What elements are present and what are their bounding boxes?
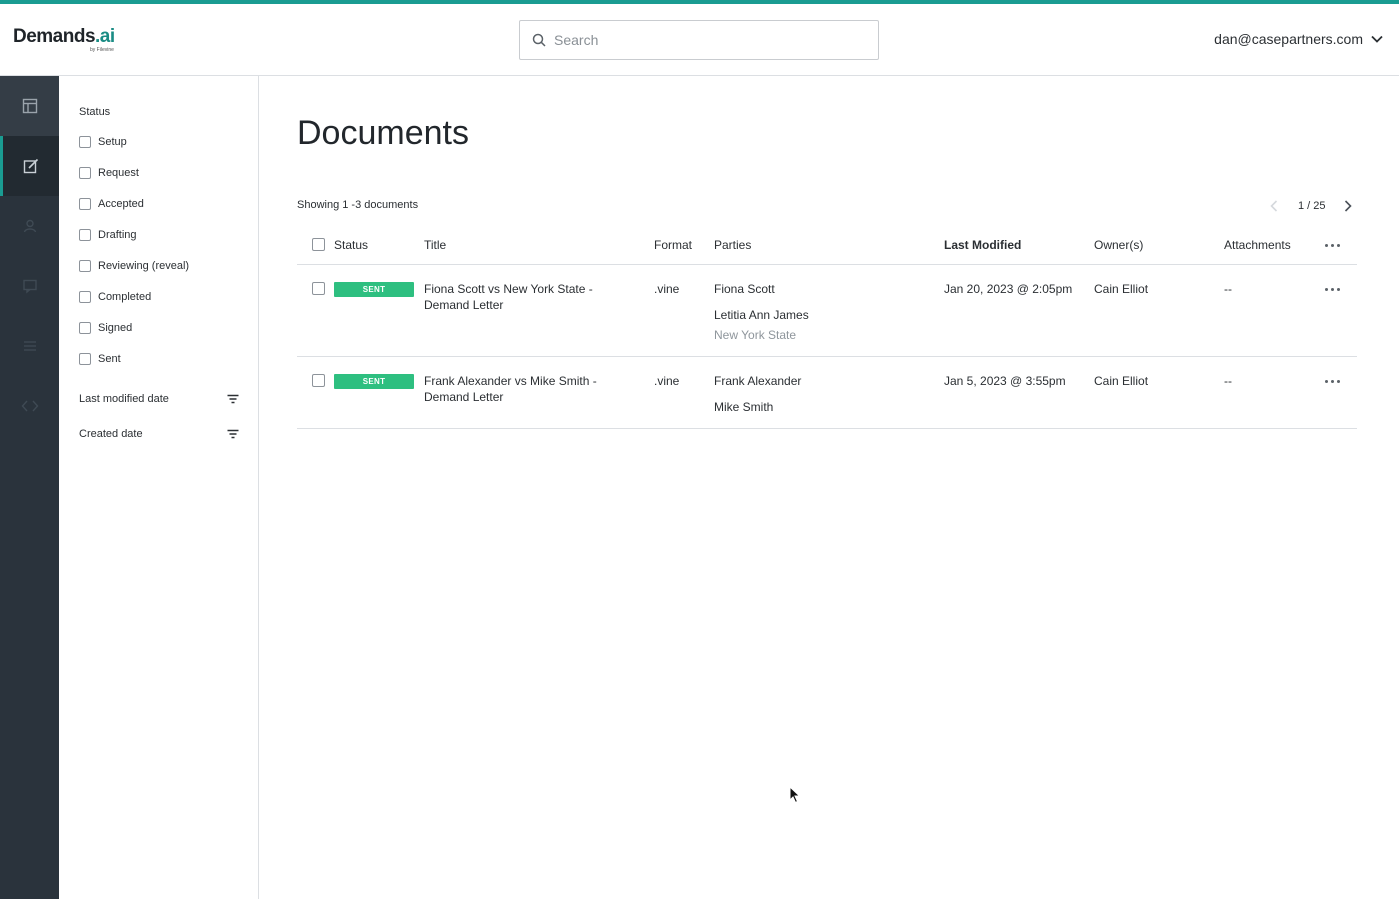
header-parties[interactable]: Parties <box>714 238 751 252</box>
list-icon <box>23 341 36 351</box>
app-header: Demands.ai by Filevine dan@casepartners.… <box>0 4 1399 76</box>
checkbox[interactable] <box>79 229 91 241</box>
document-format: .vine <box>654 374 680 388</box>
last-modified-filter[interactable]: Last modified date <box>79 393 239 405</box>
document-title[interactable]: Fiona Scott vs New York State - Demand Le… <box>424 281 593 313</box>
created-date-filter-label: Created date <box>79 428 143 440</box>
search-box[interactable] <box>519 20 879 60</box>
checkbox[interactable] <box>79 136 91 148</box>
document-parties: Fiona Scott Letitia Ann James New York S… <box>714 281 809 353</box>
status-badge: SENT <box>334 280 414 297</box>
row-checkbox[interactable] <box>312 282 332 299</box>
checkbox[interactable] <box>79 291 91 303</box>
chat-icon <box>22 279 37 294</box>
filter-sent[interactable]: Sent <box>79 353 121 365</box>
party-name: Letitia Ann James <box>714 308 809 322</box>
last-modified-value: Jan 20, 2023 @ 2:05pm <box>944 282 1073 296</box>
mouse-cursor-icon <box>789 786 801 804</box>
code-icon <box>21 400 38 412</box>
header-attachments[interactable]: Attachments <box>1224 238 1291 252</box>
filter-setup[interactable]: Setup <box>79 136 127 148</box>
chevron-left-icon <box>1270 200 1278 212</box>
document-parties: Frank Alexander Mike Smith <box>714 373 801 425</box>
party-name: Fiona Scott <box>714 282 775 296</box>
attachments-value: -- <box>1224 374 1232 388</box>
header-title[interactable]: Title <box>424 238 446 252</box>
prev-page-button[interactable] <box>1264 196 1284 216</box>
results-count: Showing 1 -3 documents <box>297 199 419 211</box>
logo-subtitle: by Filevine <box>90 47 114 53</box>
user-menu[interactable]: dan@casepartners.com <box>1214 31 1383 47</box>
search-icon <box>532 33 546 47</box>
row-more-icon[interactable] <box>1325 380 1340 383</box>
nav-documents[interactable] <box>0 136 59 196</box>
created-date-filter[interactable]: Created date <box>79 428 239 440</box>
last-modified-filter-label: Last modified date <box>79 393 169 405</box>
documents-table: Status Title Format Parties Last Modifie… <box>297 225 1357 429</box>
status-badge: SENT <box>334 372 414 389</box>
logo-text: Demands <box>13 26 96 47</box>
column-options-icon[interactable] <box>1325 244 1340 247</box>
filter-signed[interactable]: Signed <box>79 322 132 334</box>
filter-icon[interactable] <box>227 429 239 439</box>
owner-value: Cain Elliot <box>1094 374 1149 388</box>
table-row[interactable]: SENT Fiona Scott vs New York State - Dema… <box>297 265 1357 357</box>
page-indicator: 1 / 25 <box>1298 200 1326 212</box>
filter-request[interactable]: Request <box>79 167 139 179</box>
party-name: New York State <box>714 328 797 342</box>
header-format[interactable]: Format <box>654 238 692 252</box>
user-email: dan@casepartners.com <box>1214 31 1363 47</box>
filter-icon[interactable] <box>227 394 239 404</box>
header-last-modified[interactable]: Last Modified <box>944 238 1021 252</box>
search-input[interactable] <box>554 32 854 48</box>
checkbox[interactable] <box>79 167 91 179</box>
chevron-down-icon <box>1371 35 1383 43</box>
filter-drafting[interactable]: Drafting <box>79 229 137 241</box>
header-status[interactable]: Status <box>334 238 368 252</box>
filter-reviewing[interactable]: Reviewing (reveal) <box>79 260 189 272</box>
filter-panel: Status Setup Request Accepted Drafting R… <box>59 76 259 899</box>
page-title: Documents <box>297 114 469 152</box>
filter-completed[interactable]: Completed <box>79 291 151 303</box>
table-row[interactable]: SENT Frank Alexander vs Mike Smith - Dema… <box>297 357 1357 429</box>
next-page-button[interactable] <box>1338 196 1358 216</box>
main-content: Documents Showing 1 -3 documents 1 / 25 … <box>259 76 1399 899</box>
row-checkbox[interactable] <box>312 374 332 391</box>
nav-contacts[interactable] <box>0 196 59 256</box>
user-icon <box>23 219 36 233</box>
nav-rail <box>0 76 59 899</box>
nav-layout[interactable] <box>0 76 59 136</box>
row-more-icon[interactable] <box>1325 288 1340 291</box>
document-title[interactable]: Frank Alexander vs Mike Smith - Demand Le… <box>424 373 597 405</box>
checkbox[interactable] <box>79 322 91 334</box>
table-header: Status Title Format Parties Last Modifie… <box>297 225 1357 265</box>
edit-icon <box>23 158 39 174</box>
pagination: 1 / 25 <box>1264 196 1358 216</box>
nav-list[interactable] <box>0 316 59 376</box>
nav-messages[interactable] <box>0 256 59 316</box>
chevron-right-icon <box>1344 200 1352 212</box>
header-owners[interactable]: Owner(s) <box>1094 238 1143 252</box>
checkbox[interactable] <box>79 198 91 210</box>
filter-accepted[interactable]: Accepted <box>79 198 144 210</box>
nav-code[interactable] <box>0 376 59 436</box>
app-logo[interactable]: Demands.ai by Filevine <box>13 26 115 53</box>
last-modified-value: Jan 5, 2023 @ 3:55pm <box>944 374 1066 388</box>
party-name: Frank Alexander <box>714 374 802 388</box>
checkbox[interactable] <box>79 353 91 365</box>
party-name: Mike Smith <box>714 400 774 414</box>
owner-value: Cain Elliot <box>1094 282 1149 296</box>
document-format: .vine <box>654 282 680 296</box>
status-filter-label: Status <box>79 106 111 118</box>
checkbox[interactable] <box>79 260 91 272</box>
layout-icon <box>22 98 37 114</box>
attachments-value: -- <box>1224 282 1232 296</box>
select-all-checkbox[interactable] <box>312 238 332 254</box>
logo-ai: .ai <box>95 26 115 47</box>
